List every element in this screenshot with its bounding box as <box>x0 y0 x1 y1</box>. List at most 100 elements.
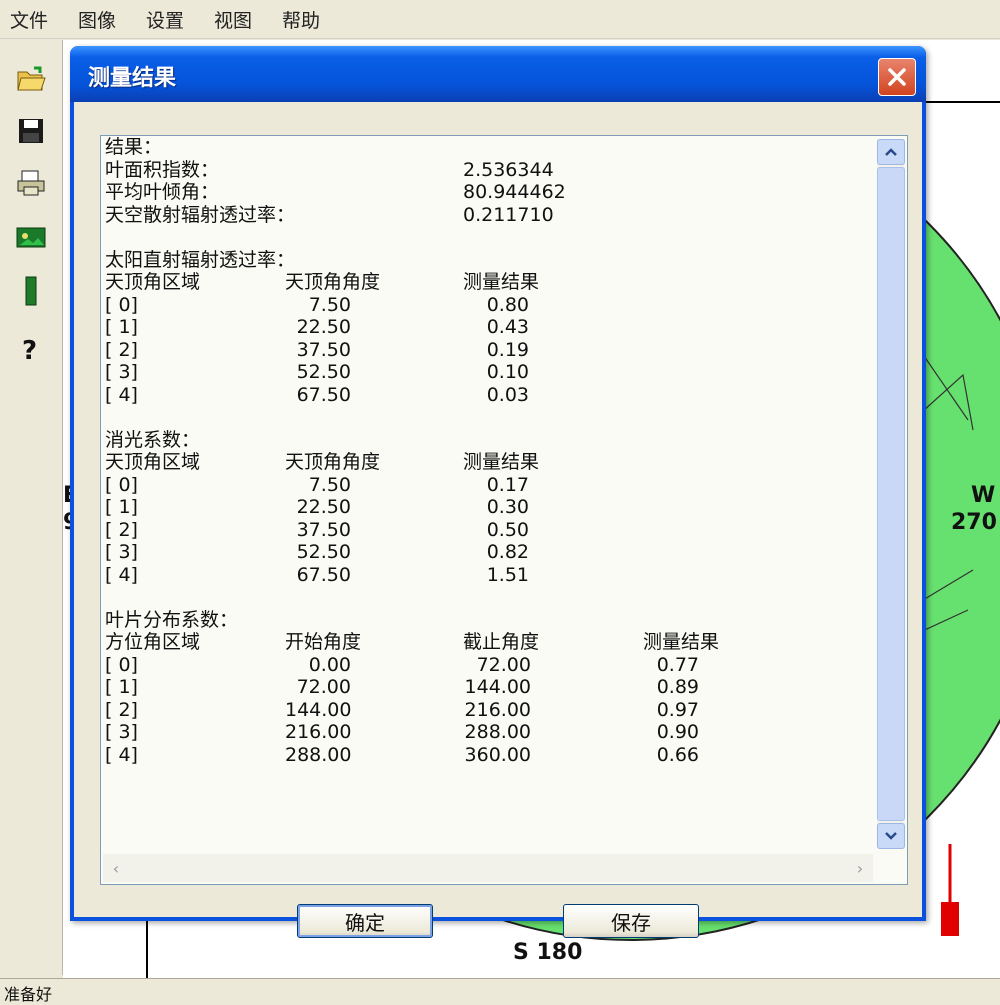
leafdist-cell: 360.00 <box>464 743 531 766</box>
lai-value: 2.536344 <box>463 158 554 181</box>
direct-cell: [ 1] <box>105 316 138 338</box>
menu-view[interactable]: 视图 <box>214 6 252 33</box>
leafdist-cell: 72.00 <box>476 653 531 676</box>
mta-label: 平均叶倾角： <box>105 181 220 203</box>
mta-row: 平均叶倾角： 80.944462 <box>105 181 875 204</box>
leafdist-cell: [ 2] <box>105 698 138 721</box>
leafdist-title: 叶片分布系数： <box>105 608 239 631</box>
results-textbox[interactable]: 结果： 叶面积指数： 2.536344 平均叶倾角： 80.944462 天空散… <box>100 135 908 885</box>
left-toolbar: ? <box>0 40 63 385</box>
image-icon[interactable] <box>14 220 48 254</box>
scroll-thumb[interactable] <box>877 167 905 821</box>
leafdist-cell: 288.00 <box>464 721 531 743</box>
leafdist-cell: [ 0] <box>105 653 138 676</box>
close-button[interactable] <box>878 58 916 96</box>
dialog-titlebar[interactable]: 测量结果 <box>70 46 926 102</box>
menu-bar: 文件 图像 设置 视图 帮助 <box>0 0 1000 39</box>
leafdist-cell: [ 4] <box>105 743 138 766</box>
leafdist-cell: 144.00 <box>464 676 531 698</box>
extinction-cell: [ 1] <box>105 496 138 518</box>
menu-file[interactable]: 文件 <box>10 6 48 33</box>
direct-row: [ 3] 52.50 0.10 <box>105 361 875 384</box>
scroll-up-button[interactable] <box>877 139 905 165</box>
leafdist-cell: 0.66 <box>656 743 699 766</box>
bar-icon[interactable] <box>14 274 48 308</box>
leafdist-row: [ 4] 288.00 360.00 0.66 <box>105 744 875 767</box>
extinction-row: [ 3] 52.50 0.82 <box>105 541 875 564</box>
status-text: 准备好 <box>4 985 53 1004</box>
help-icon[interactable]: ? <box>14 332 48 366</box>
leafdist-headers: 方位角区域 开始角度 截止角度 测量结果 <box>105 631 720 653</box>
diffuse-row: 天空散射辐射透过率： 0.211710 <box>105 204 875 227</box>
extinction-cell: 1.51 <box>486 563 529 586</box>
ok-button[interactable]: 确定 <box>297 904 433 938</box>
direct-cell: 67.50 <box>296 383 351 406</box>
extinction-cell: 0.50 <box>486 518 529 541</box>
save-disk-icon[interactable] <box>14 114 48 148</box>
compass-west-degrees: 270 <box>951 510 997 535</box>
save-button[interactable]: 保存 <box>563 904 699 938</box>
extinction-cell: 0.82 <box>486 541 529 563</box>
chevron-right-icon: › <box>856 858 864 878</box>
scroll-down-button[interactable] <box>877 823 905 849</box>
direct-cell: [ 2] <box>105 338 138 361</box>
extinction-cell: [ 2] <box>105 518 138 541</box>
extinction-cell: [ 3] <box>105 541 138 563</box>
compass-west: W <box>971 483 996 508</box>
lai-label: 叶面积指数： <box>105 158 220 181</box>
close-icon <box>888 68 906 86</box>
extinction-cell: 22.50 <box>296 496 351 518</box>
dialog-client: 结果： 叶面积指数： 2.536344 平均叶倾角： 80.944462 天空散… <box>74 102 922 938</box>
dialog-title: 测量结果 <box>88 66 177 91</box>
leafdist-cell: [ 3] <box>105 721 138 743</box>
direct-headers: 天顶角区域 天顶角角度 测量结果 <box>105 271 540 293</box>
print-icon[interactable] <box>14 166 48 200</box>
menu-image[interactable]: 图像 <box>78 6 116 33</box>
extinction-cell: [ 4] <box>105 563 138 586</box>
extinction-row: [ 1] 22.50 0.30 <box>105 496 875 519</box>
chevron-down-icon <box>885 832 897 840</box>
direct-cell: 52.50 <box>296 361 351 383</box>
direct-row: [ 0] 7.50 0.80 <box>105 294 875 317</box>
measurement-results-dialog: 测量结果 结果： 叶面积指数： 2.536344 平均叶倾角： 80.94446… <box>70 46 926 938</box>
menu-help[interactable]: 帮助 <box>282 6 320 33</box>
diffuse-label: 天空散射辐射透过率： <box>105 203 296 226</box>
direct-cell: 7.50 <box>308 293 351 316</box>
open-folder-icon[interactable] <box>14 62 48 96</box>
direct-row: [ 1] 22.50 0.43 <box>105 316 875 339</box>
scroll-left-button[interactable]: ‹ <box>103 854 129 882</box>
leafdist-cell: 0.97 <box>656 698 699 721</box>
leafdist-row: [ 1] 72.00 144.00 0.89 <box>105 676 875 699</box>
status-bar: 准备好 <box>0 978 1000 1004</box>
extinction-cell: 37.50 <box>296 518 351 541</box>
direct-cell: [ 0] <box>105 293 138 316</box>
leafdist-row: [ 0] 0.00 72.00 0.77 <box>105 654 875 677</box>
leafdist-row: [ 2] 144.00 216.00 0.97 <box>105 699 875 722</box>
direct-cell: [ 4] <box>105 383 138 406</box>
extinction-row: [ 4] 67.50 1.51 <box>105 564 875 587</box>
leafdist-cell: 0.89 <box>656 676 699 698</box>
direct-row: [ 2] 37.50 0.19 <box>105 339 875 362</box>
compass-south: S 180 <box>509 940 587 965</box>
left-panel <box>0 385 63 975</box>
direct-cell: 22.50 <box>296 316 351 338</box>
diffuse-value: 0.211710 <box>463 203 554 226</box>
extinction-title: 消光系数： <box>105 428 201 451</box>
extinction-cell: 0.17 <box>486 473 529 496</box>
direct-cell: 0.43 <box>486 316 529 338</box>
leafdist-cell: 0.90 <box>656 721 699 743</box>
mta-value: 80.944462 <box>463 181 566 203</box>
menu-settings[interactable]: 设置 <box>146 6 184 33</box>
lai-row: 叶面积指数： 2.536344 <box>105 159 875 182</box>
chevron-left-icon: ‹ <box>112 858 120 878</box>
horizontal-scrollbar[interactable]: ‹ › <box>103 854 873 882</box>
direct-cell: 0.10 <box>486 361 529 383</box>
extinction-row: [ 0] 7.50 0.17 <box>105 474 875 497</box>
vertical-scrollbar[interactable] <box>877 139 905 849</box>
direct-cell: 0.19 <box>486 338 529 361</box>
direct-cell: 0.80 <box>486 293 529 316</box>
scroll-right-button[interactable]: › <box>847 854 873 882</box>
